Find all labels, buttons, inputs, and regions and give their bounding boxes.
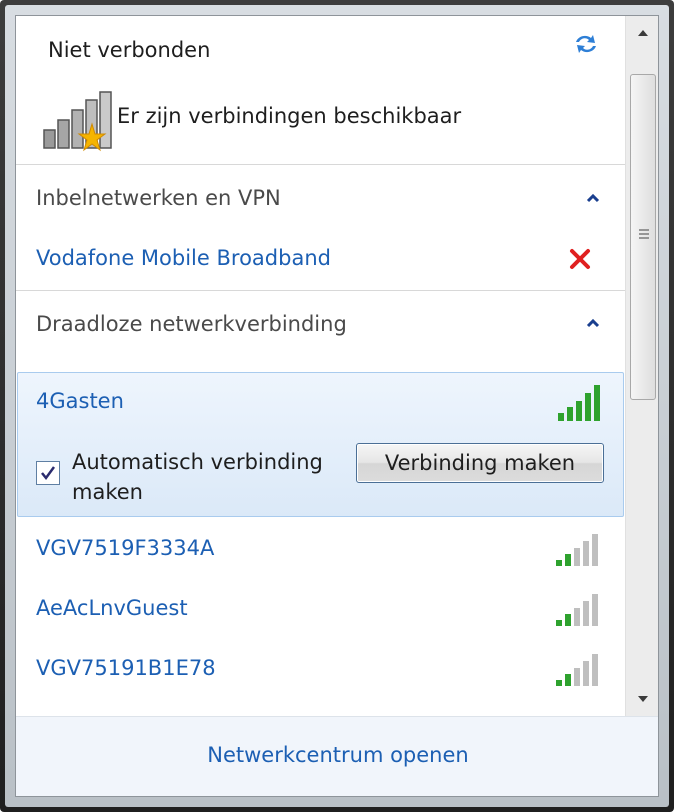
close-icon — [570, 249, 590, 269]
network-list-item[interactable]: VGV75191B1E78 — [16, 640, 625, 700]
network-name: VGV75191B1E78 — [36, 656, 216, 680]
chevron-up-icon[interactable] — [586, 318, 600, 328]
grip-icon — [639, 229, 649, 239]
footer-bar: Netwerkcentrum openen — [16, 716, 658, 796]
auto-connect-checkbox[interactable] — [36, 461, 60, 485]
network-list-content: Niet verbonden Er zijn verbindingen besc… — [16, 16, 625, 716]
open-network-center-link[interactable]: Netwerkcentrum openen — [16, 743, 658, 767]
checkmark-icon — [41, 466, 56, 481]
network-name: 4Gasten — [36, 389, 124, 413]
network-list-item[interactable]: AeAcLnvGuest — [16, 580, 625, 640]
signal-strength-low-icon — [556, 654, 598, 686]
auto-connect-label[interactable]: Automatisch verbinding maken — [72, 447, 352, 507]
network-name: VGV7519F3334A — [36, 536, 215, 560]
network-flyout-panel: Niet verbonden Er zijn verbindingen besc… — [15, 15, 659, 797]
scroll-down-arrow-icon[interactable] — [626, 682, 659, 716]
signal-strength-low-icon — [556, 594, 598, 626]
section-label-dialup: Inbelnetwerken en VPN — [36, 186, 281, 210]
network-name: AeAcLnvGuest — [36, 596, 188, 620]
vodafone-connection-link[interactable]: Vodafone Mobile Broadband — [36, 246, 331, 270]
connection-status-title: Niet verbonden — [48, 38, 211, 62]
vertical-scrollbar[interactable] — [625, 16, 659, 716]
scrollbar-thumb[interactable] — [630, 74, 656, 400]
chevron-up-icon[interactable] — [586, 193, 600, 203]
selected-network-4gasten[interactable]: 4Gasten Automatisch verbinding maken Ver… — [17, 372, 624, 517]
signal-strength-low-icon — [556, 534, 598, 566]
signal-bars-with-star-icon — [43, 91, 112, 152]
refresh-icon[interactable] — [570, 28, 602, 60]
signal-strength-full-icon — [558, 385, 600, 421]
scroll-up-arrow-icon[interactable] — [626, 16, 659, 50]
section-divider — [16, 290, 625, 291]
connect-button[interactable]: Verbinding maken — [356, 443, 604, 483]
section-label-wireless: Draadloze netwerkverbinding — [36, 312, 347, 336]
network-list-item[interactable]: VGV7519F3334A — [16, 520, 625, 580]
section-divider — [16, 164, 625, 165]
connections-available-text: Er zijn verbindingen beschikbaar — [117, 104, 462, 128]
